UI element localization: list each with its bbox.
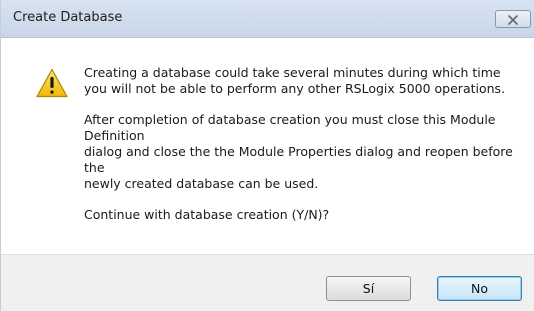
message-line: After completion of database creation yo…: [84, 112, 496, 127]
message-line: newly created database can be used.: [84, 176, 319, 191]
message-paragraph-3: Continue with database creation (Y/N)?: [84, 207, 524, 223]
message-line: dialog and close the the Module Properti…: [84, 144, 513, 159]
button-bar: Sí No: [1, 254, 534, 311]
message-line: Creating a database could take several m…: [84, 65, 501, 80]
close-icon: [508, 10, 518, 29]
message-line: Continue with database creation (Y/N)?: [84, 207, 330, 222]
message-text: Creating a database could take several m…: [84, 65, 524, 223]
message-paragraph-2: After completion of database creation yo…: [84, 112, 524, 192]
message-paragraph-1: Creating a database could take several m…: [84, 65, 524, 97]
message-line: you will not be able to perform any othe…: [84, 81, 506, 96]
message-line: the: [84, 160, 105, 175]
window-title: Create Database: [13, 10, 123, 25]
message-line: Definition: [84, 128, 145, 143]
warning-icon: [36, 68, 68, 98]
create-database-dialog: Create Database Creating a database coul…: [0, 0, 534, 311]
close-button[interactable]: [495, 10, 531, 28]
title-bar[interactable]: Create Database: [1, 0, 534, 38]
dialog-content: Creating a database could take several m…: [1, 38, 534, 254]
no-button[interactable]: No: [437, 276, 522, 301]
yes-button[interactable]: Sí: [326, 276, 411, 301]
